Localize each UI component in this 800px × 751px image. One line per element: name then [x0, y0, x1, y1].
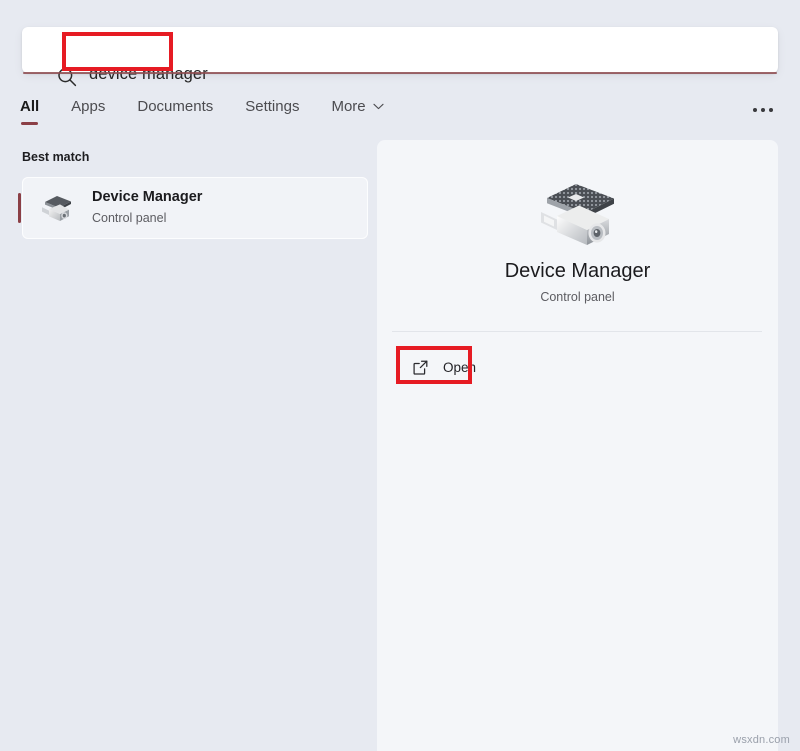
result-item-title: Device Manager: [92, 189, 202, 205]
preview-divider: [392, 331, 762, 332]
search-flyout: device manager All Apps Documents Settin…: [0, 0, 800, 751]
more-horizontal-icon-dot: [753, 108, 757, 112]
watermark: wsxdn.com: [733, 734, 790, 746]
more-horizontal-icon-dot: [761, 108, 765, 112]
tab-more-label: More: [331, 98, 365, 115]
search-focus-underline: [23, 72, 777, 74]
best-match-heading: Best match: [22, 150, 89, 164]
open-button[interactable]: Open: [404, 352, 484, 382]
result-selection-indicator: [18, 193, 21, 223]
preview-title: Device Manager: [377, 260, 778, 283]
more-options-button[interactable]: [748, 100, 778, 120]
device-manager-icon: [40, 192, 74, 224]
device-manager-large-icon: [535, 176, 621, 252]
tab-settings-label: Settings: [245, 98, 299, 115]
preview-panel: Device Manager Control panel Open: [377, 140, 778, 751]
search-icon: [56, 66, 78, 88]
tab-documents[interactable]: Documents: [137, 98, 213, 115]
tab-documents-label: Documents: [137, 98, 213, 115]
open-button-label: Open: [443, 360, 476, 375]
tab-active-underline: [21, 122, 38, 125]
preview-subtitle: Control panel: [377, 290, 778, 304]
tab-more[interactable]: More: [331, 98, 383, 115]
more-horizontal-icon-dot: [769, 108, 773, 112]
filter-tabs: All Apps Documents Settings More: [20, 98, 416, 132]
chevron-down-icon: [373, 103, 384, 110]
search-box[interactable]: device manager: [22, 27, 778, 73]
result-item-subtitle: Control panel: [92, 211, 166, 225]
tab-all[interactable]: All: [20, 98, 39, 115]
tab-settings[interactable]: Settings: [245, 98, 299, 115]
search-input[interactable]: device manager: [89, 65, 208, 84]
open-external-icon: [412, 359, 429, 376]
result-item-device-manager[interactable]: Device Manager Control panel: [22, 177, 368, 239]
tab-apps[interactable]: Apps: [71, 98, 105, 115]
tab-apps-label: Apps: [71, 98, 105, 115]
tab-all-label: All: [20, 98, 39, 115]
